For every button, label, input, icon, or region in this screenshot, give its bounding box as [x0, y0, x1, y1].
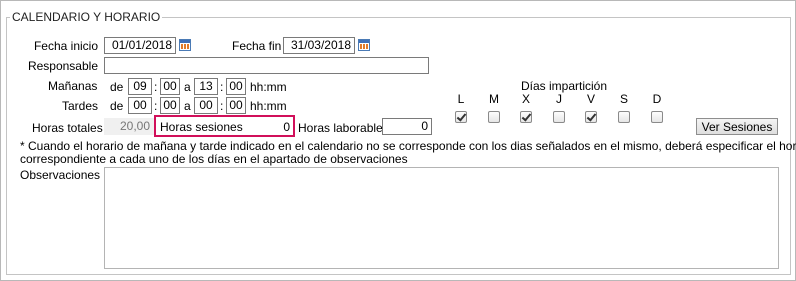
afternoon-from-hour-input[interactable]: 00 — [128, 97, 152, 114]
total-hours-value: 20,00 — [104, 118, 154, 135]
day-label-j: J — [556, 92, 562, 106]
day-checkbox-d[interactable] — [651, 111, 663, 123]
start-calendar-icon[interactable] — [179, 39, 191, 51]
view-sessions-button[interactable]: Ver Sesiones — [696, 118, 778, 135]
session-hours-highlight — [154, 115, 295, 137]
day-checkbox-v[interactable] — [585, 111, 597, 123]
morning-to-hour-input[interactable]: 13 — [194, 78, 218, 95]
afternoon-to-hour-input[interactable]: 00 — [194, 97, 218, 114]
morning-format-hint: hh:mm — [250, 80, 287, 94]
workable-hours-input[interactable]: 0 — [382, 118, 432, 135]
end-date-input[interactable]: 31/03/2018 — [283, 37, 355, 54]
workable-hours-label: Horas laborables — [298, 121, 389, 135]
responsable-label: Responsable — [27, 59, 98, 73]
end-date-label: Fecha fin — [232, 39, 282, 53]
day-checkbox-l[interactable] — [455, 111, 467, 123]
time-separator: : — [154, 80, 158, 94]
day-label-d: D — [652, 92, 662, 106]
morning-label: Mañanas — [48, 79, 98, 93]
section-title: CALENDARIO Y HORARIO — [10, 10, 163, 24]
morning-from-hour-input[interactable]: 09 — [128, 78, 152, 95]
time-separator: : — [220, 80, 224, 94]
days-title: Días impartición — [521, 79, 608, 93]
observations-textarea[interactable] — [104, 167, 779, 269]
afternoon-from-minute-input[interactable]: 00 — [160, 97, 180, 114]
morning-to-prefix: a — [184, 80, 191, 94]
note-line-1: * Cuando el horario de mañana y tarde in… — [20, 139, 796, 153]
morning-from-prefix: de — [110, 80, 124, 94]
day-label-m: M — [489, 92, 499, 106]
note-line-2: correspondiente a cada uno de los días e… — [20, 152, 408, 166]
morning-to-minute-input[interactable]: 00 — [226, 78, 246, 95]
end-calendar-icon[interactable] — [358, 39, 370, 51]
afternoon-format-hint: hh:mm — [250, 99, 287, 113]
morning-from-minute-input[interactable]: 00 — [160, 78, 180, 95]
total-hours-label: Horas totales — [32, 121, 103, 135]
afternoon-to-prefix: a — [184, 99, 191, 113]
day-label-x: X — [521, 92, 530, 106]
day-label-s: S — [619, 92, 628, 106]
time-separator: : — [154, 99, 158, 113]
start-date-input[interactable]: 01/01/2018 — [104, 37, 176, 54]
day-checkbox-m[interactable] — [488, 111, 500, 123]
start-date-label: Fecha inicio — [33, 39, 98, 53]
day-checkbox-x[interactable] — [520, 111, 532, 123]
afternoon-from-prefix: de — [110, 99, 124, 113]
day-checkbox-s[interactable] — [618, 111, 630, 123]
afternoon-to-minute-input[interactable]: 00 — [226, 97, 246, 114]
day-label-v: V — [586, 92, 595, 106]
responsable-input[interactable] — [104, 57, 429, 74]
day-checkbox-j[interactable] — [553, 111, 565, 123]
observations-label: Observaciones — [20, 168, 101, 182]
day-label-l: L — [457, 92, 465, 106]
afternoon-label: Tardes — [62, 99, 99, 113]
time-separator: : — [220, 99, 224, 113]
